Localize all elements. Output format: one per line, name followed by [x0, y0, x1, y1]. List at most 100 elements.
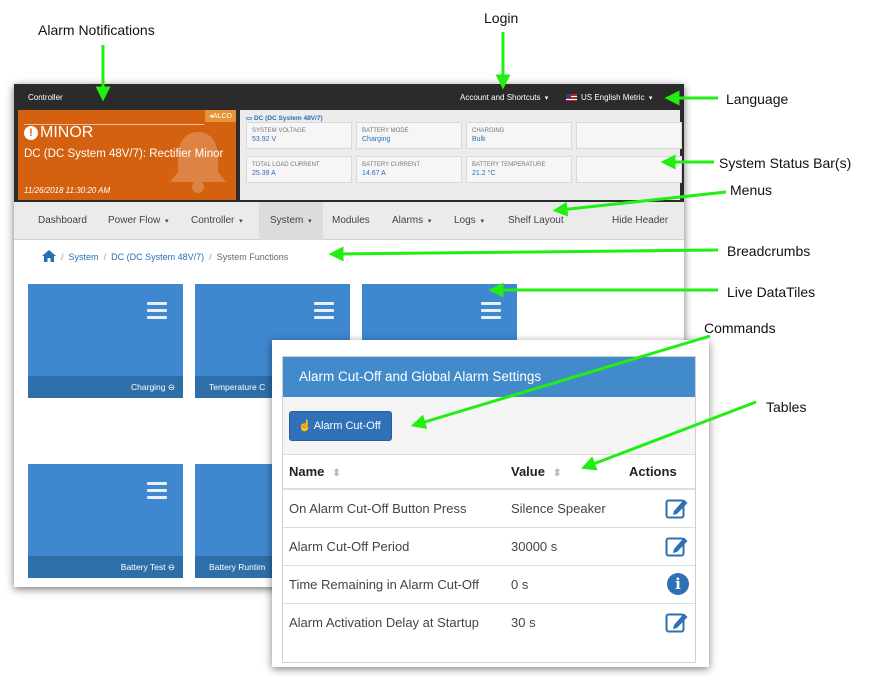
- nav-power-flow[interactable]: Power Flow ▾: [108, 202, 169, 240]
- datatile-charging[interactable]: Charging ⊖: [28, 284, 183, 398]
- edit-icon[interactable]: [665, 535, 689, 557]
- row-name: Alarm Cut-Off Period: [283, 526, 505, 565]
- caret-down-icon: ▾: [308, 218, 312, 225]
- status-tile-value: Charging: [362, 136, 391, 143]
- zoomed-settings-window: Alarm Cut-Off and Global Alarm Settings …: [272, 340, 709, 667]
- table-row: Alarm Activation Delay at Startup 30 s: [283, 602, 695, 641]
- status-tile[interactable]: TOTAL LOAD CURRENT 25.39 A: [246, 156, 352, 183]
- status-tile-value: 21.2 °C: [472, 170, 496, 177]
- status-tile[interactable]: BATTERY MODE Charging: [356, 122, 462, 149]
- breadcrumb-system[interactable]: System: [69, 252, 99, 262]
- main-menu: Dashboard Power Flow ▾ Controller ▾ Syst…: [14, 202, 684, 240]
- row-name: On Alarm Cut-Off Button Press: [283, 488, 505, 527]
- alarm-notification-panel[interactable]: ◂ALCO ! MINOR DC (DC System 48V/7): Recti…: [18, 110, 236, 200]
- status-tile-label: BATTERY CURRENT: [362, 162, 421, 168]
- account-shortcuts-menu[interactable]: Account and Shortcuts ▾: [460, 93, 548, 102]
- alarm-timestamp: 11/26/2018 11:30:20 AM: [24, 186, 111, 195]
- status-tile[interactable]: BATTERY TEMPERATURE 21.2 °C: [466, 156, 572, 183]
- hide-header-label: Hide Header: [612, 215, 669, 226]
- status-tile-label: TOTAL LOAD CURRENT: [252, 162, 320, 168]
- alco-badge[interactable]: ◂ALCO: [205, 110, 236, 122]
- callout-live-datatiles: Live DataTiles: [727, 284, 816, 300]
- datatile-footer: Battery Test ⊖: [28, 556, 183, 578]
- table-row: Alarm Cut-Off Period 30000 s: [283, 526, 695, 565]
- monitor-icon: ▭: [246, 115, 253, 122]
- nav-label: Logs: [454, 215, 476, 226]
- nav-modules[interactable]: Modules: [332, 202, 370, 240]
- callout-breadcrumbs: Breadcrumbs: [727, 243, 811, 259]
- table-header-row: Name ⬍ Value ⬍ Actions: [283, 455, 695, 490]
- alarm-severity-label: MINOR: [40, 124, 94, 141]
- column-value-label: Value: [511, 464, 545, 479]
- column-value[interactable]: Value ⬍: [505, 455, 623, 490]
- nav-system[interactable]: System ▾: [259, 202, 323, 240]
- exclamation-circle-icon: !: [24, 126, 38, 140]
- hamburger-menu-icon[interactable]: [481, 302, 501, 323]
- nav-label: Power Flow: [108, 215, 161, 226]
- row-actions: i: [623, 564, 695, 603]
- nav-label: System: [270, 215, 304, 226]
- callout-language: Language: [726, 91, 789, 107]
- breadcrumb-separator: /: [209, 252, 212, 262]
- status-tile-label: BATTERY TEMPERATURE: [472, 162, 546, 168]
- hide-header-button[interactable]: Hide Header: [612, 202, 668, 240]
- sort-icon[interactable]: ⬍: [553, 468, 561, 479]
- row-value: 30 s: [505, 602, 623, 641]
- column-name[interactable]: Name ⬍: [283, 455, 505, 490]
- caret-down-icon: ▾: [165, 218, 169, 225]
- system-status-bar: ◂ALCO ! MINOR DC (DC System 48V/7): Recti…: [14, 110, 684, 202]
- caret-down-icon: ▾: [239, 218, 243, 225]
- top-bar: Controller Account and Shortcuts ▾ US En…: [14, 84, 684, 110]
- status-tile[interactable]: SYSTEM VOLTAGE 53.92 V: [246, 122, 352, 149]
- nav-shelf-layout[interactable]: Shelf Layout: [508, 202, 564, 240]
- callout-system-status-bars: System Status Bar(s): [719, 155, 852, 171]
- datatile-battery-test[interactable]: Battery Test ⊖: [28, 464, 183, 578]
- status-tile-value: 53.92 V: [252, 136, 277, 143]
- nav-dashboard[interactable]: Dashboard: [38, 202, 87, 240]
- breadcrumb-separator: /: [103, 252, 107, 262]
- info-icon[interactable]: i: [667, 573, 689, 595]
- alarm-cut-off-button[interactable]: ☝ Alarm Cut-Off: [289, 411, 392, 441]
- edit-icon[interactable]: [665, 497, 689, 519]
- status-tile-value: Bulk: [472, 136, 486, 143]
- brand-label: Controller: [28, 93, 63, 102]
- status-tile-empty: [576, 156, 682, 183]
- nav-alarms[interactable]: Alarms ▾: [392, 202, 431, 240]
- status-tile[interactable]: CHARGING Bulk: [466, 122, 572, 149]
- breadcrumb-current: System Functions: [216, 252, 289, 262]
- breadcrumb-dc-system[interactable]: DC (DC System 48V/7): [111, 252, 204, 262]
- column-name-label: Name: [289, 464, 325, 479]
- callout-tables: Tables: [766, 399, 807, 415]
- table-row: Time Remaining in Alarm Cut-Off 0 s i: [283, 564, 695, 603]
- settings-table: Name ⬍ Value ⬍ Actions On Alarm Cut-Off Bu…: [283, 455, 695, 641]
- alarm-severity: ! MINOR: [24, 124, 93, 142]
- sort-icon[interactable]: ⬍: [332, 468, 340, 479]
- nav-label: Alarms: [392, 215, 424, 226]
- nav-label: Controller: [191, 215, 235, 226]
- command-toolbar: ☝ Alarm Cut-Off: [283, 397, 695, 455]
- alarm-cut-off-label: Alarm Cut-Off: [313, 420, 381, 432]
- table-row: On Alarm Cut-Off Button Press Silence Sp…: [283, 488, 695, 527]
- caret-down-icon: ▾: [648, 95, 653, 102]
- language-menu[interactable]: US English Metric ▾: [566, 93, 652, 102]
- nav-controller[interactable]: Controller ▾: [191, 202, 243, 240]
- row-name: Time Remaining in Alarm Cut-Off: [283, 564, 505, 603]
- column-actions: Actions: [623, 455, 695, 490]
- nav-label: Shelf Layout: [508, 215, 564, 226]
- callout-login: Login: [484, 10, 519, 26]
- system-status-title[interactable]: ▭ DC (DC System 48V/7): [246, 114, 323, 122]
- nav-logs[interactable]: Logs ▾: [454, 202, 484, 240]
- caret-down-icon: ▾: [544, 95, 549, 102]
- hamburger-menu-icon[interactable]: [147, 302, 167, 323]
- status-tile-empty: [576, 122, 682, 149]
- hamburger-menu-icon[interactable]: [147, 482, 167, 503]
- nav-label: Modules: [332, 215, 370, 226]
- system-status-title-label: DC (DC System 48V/7): [253, 115, 323, 122]
- home-icon[interactable]: [42, 250, 56, 262]
- hamburger-menu-icon[interactable]: [314, 302, 334, 323]
- callout-commands: Commands: [704, 320, 776, 336]
- row-actions: [623, 602, 695, 641]
- alarm-settings-panel: Alarm Cut-Off and Global Alarm Settings …: [282, 356, 696, 663]
- edit-icon[interactable]: [665, 611, 689, 633]
- status-tile[interactable]: BATTERY CURRENT 14.67 A: [356, 156, 462, 183]
